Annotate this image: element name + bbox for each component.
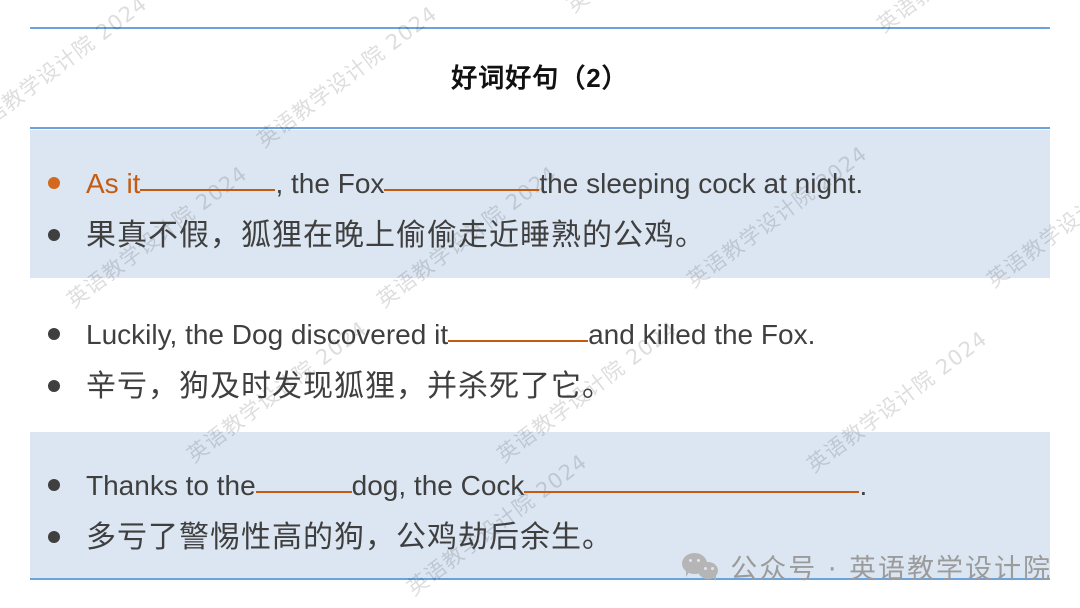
sentence-line-3: Thanks to the dog, the Cock .	[30, 470, 867, 502]
page-title: 好词好句（2）	[451, 63, 629, 93]
content-block-1	[30, 130, 1050, 278]
sentence-3-part-a: Thanks to the	[86, 470, 256, 501]
sentence-line-1: As it , the Fox the sleeping cock at nig…	[30, 168, 863, 200]
fill-blank-5[interactable]	[524, 491, 860, 493]
watermark-text: 英语教学设计院 2024	[870, 0, 1063, 39]
sentence-1-part-c: the sleeping cock at night.	[539, 168, 864, 199]
divider-top	[30, 27, 1050, 29]
translation-line-3: 多亏了警惕性高的狗，公鸡劫后余生。	[30, 512, 613, 556]
divider-under-title	[30, 127, 1050, 129]
translation-1-text: 果真不假，狐狸在晚上偷偷走近睡熟的公鸡。	[86, 218, 706, 253]
sentence-line-2: Luckily, the Dog discovered it and kille…	[30, 319, 815, 351]
sentence-2-part-b: and killed the Fox.	[588, 319, 816, 350]
watermark-text: 英语教学设计院 2024	[560, 0, 753, 19]
wechat-label: 公众号 · 英语教学设计院	[730, 554, 1052, 585]
sentence-1-part-a: As it	[86, 168, 141, 199]
slide-canvas: 好词好句（2） As it , the Fox the sleeping coc…	[0, 0, 1080, 608]
fill-blank-3[interactable]	[448, 340, 589, 342]
bullet-icon	[48, 479, 60, 491]
wechat-icon	[682, 552, 720, 582]
translation-line-1: 果真不假，狐狸在晚上偷偷走近睡熟的公鸡。	[30, 210, 706, 254]
fill-blank-4[interactable]	[255, 491, 352, 493]
translation-line-2: 辛亏，狗及时发现狐狸，并杀死了它。	[30, 361, 613, 405]
sentence-1-part-b: , the Fox	[275, 168, 385, 199]
bullet-icon	[48, 229, 60, 241]
bullet-icon	[48, 531, 60, 543]
fill-blank-2[interactable]	[384, 189, 540, 191]
bullet-icon	[48, 177, 60, 189]
sentence-2-part-a: Luckily, the Dog discovered it	[86, 319, 449, 350]
translation-3-text: 多亏了警惕性高的狗，公鸡劫后余生。	[86, 520, 613, 555]
bullet-icon	[48, 380, 60, 392]
sentence-3-part-c: .	[859, 470, 868, 501]
fill-blank-1[interactable]	[140, 189, 276, 191]
wechat-credit: 公众号 · 英语教学设计院	[682, 547, 1052, 586]
sentence-3-part-b: dog, the Cock	[351, 470, 525, 501]
bullet-icon	[48, 328, 60, 340]
translation-2-text: 辛亏，狗及时发现狐狸，并杀死了它。	[86, 369, 613, 404]
